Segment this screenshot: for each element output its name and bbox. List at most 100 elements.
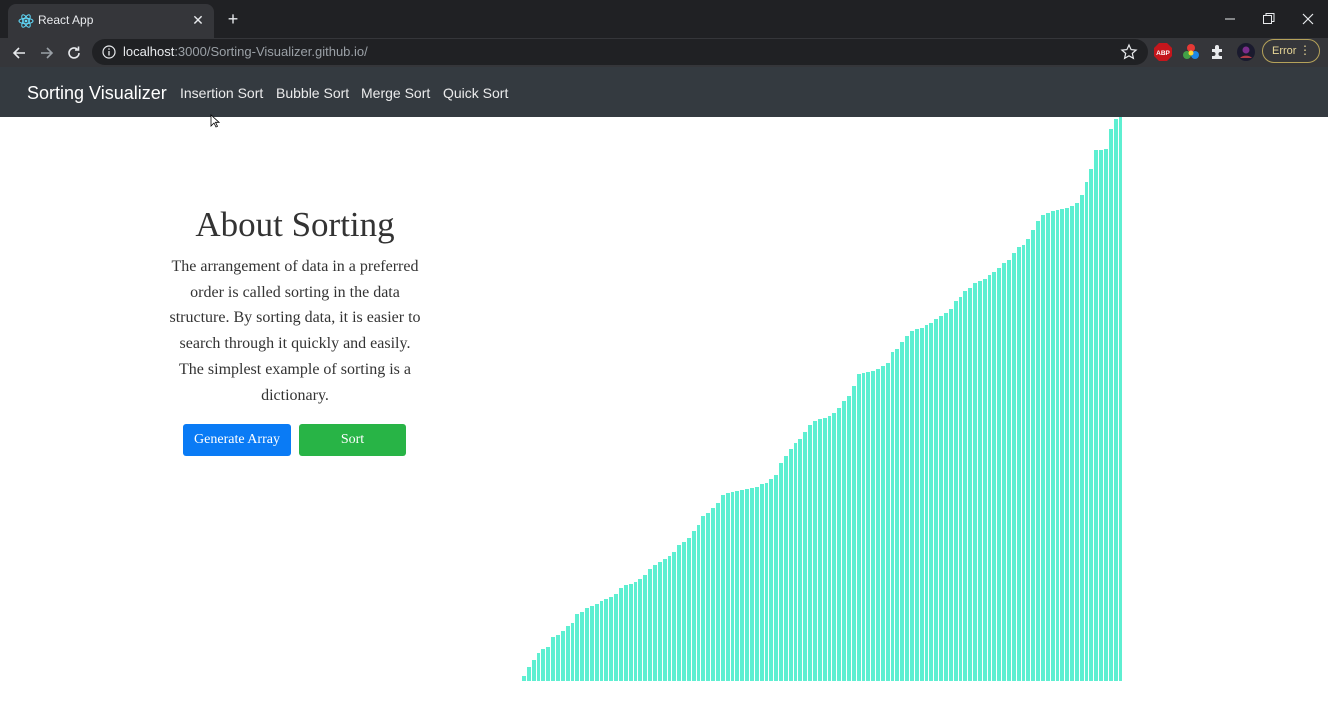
array-bar <box>638 579 643 681</box>
array-bar <box>1094 150 1099 681</box>
array-bar <box>686 538 691 681</box>
array-bar <box>696 525 701 681</box>
back-arrow-icon[interactable] <box>8 42 30 64</box>
close-window-icon[interactable] <box>1298 10 1318 28</box>
array-bar <box>934 319 939 681</box>
array-bar <box>1045 213 1050 681</box>
array-bar <box>977 281 982 681</box>
array-bar <box>997 268 1002 681</box>
array-bar <box>662 559 667 681</box>
array-bar <box>531 660 536 681</box>
array-bar <box>939 316 943 681</box>
sort-button[interactable]: Sort <box>299 424 406 456</box>
nav-link-quick-sort[interactable]: Quick Sort <box>443 85 508 101</box>
array-bar <box>575 614 580 681</box>
array-bar <box>1011 253 1016 681</box>
error-button[interactable]: Error ⋮ <box>1262 39 1320 63</box>
array-bar <box>1108 129 1113 681</box>
array-bar <box>1074 203 1079 681</box>
array-bar <box>1099 150 1104 681</box>
color-picker-extension-icon[interactable] <box>1181 42 1201 62</box>
reload-icon[interactable] <box>63 42 85 64</box>
minimize-icon[interactable] <box>1220 10 1240 28</box>
nav-link-merge-sort[interactable]: Merge Sort <box>361 85 430 101</box>
array-bar <box>992 272 997 681</box>
array-bar <box>730 492 735 681</box>
new-tab-icon[interactable]: + <box>224 10 242 28</box>
array-bar <box>827 416 832 681</box>
array-bar <box>623 585 628 681</box>
array-bar <box>895 349 900 681</box>
array-bar <box>536 653 541 681</box>
url-host: localhost <box>123 44 175 59</box>
array-bar <box>628 584 633 681</box>
array-bar <box>764 483 769 681</box>
array-bar <box>740 490 745 681</box>
array-bar <box>890 352 895 681</box>
array-bar <box>672 552 677 681</box>
array-bar <box>682 542 686 681</box>
array-bar <box>837 408 842 681</box>
array-bar <box>948 309 953 681</box>
array-bar <box>560 631 565 681</box>
array-bar <box>943 313 948 681</box>
array-bar <box>754 487 759 681</box>
profile-avatar-icon[interactable] <box>1236 42 1256 62</box>
array-bar <box>570 623 575 681</box>
array-bar <box>555 635 560 681</box>
restore-icon[interactable] <box>1258 10 1278 28</box>
adblock-extension-icon[interactable]: ABP <box>1153 42 1173 62</box>
array-bar <box>648 569 652 681</box>
url-text[interactable]: localhost:3000/Sorting-Visualizer.github… <box>123 44 368 59</box>
navbar-brand[interactable]: Sorting Visualizer <box>27 83 167 104</box>
browser-tab-strip: React App ✕ + <box>0 0 1328 38</box>
extensions-puzzle-icon[interactable] <box>1208 42 1228 62</box>
array-bar <box>924 325 929 681</box>
array-bar <box>866 372 871 681</box>
info-icon[interactable] <box>102 45 116 59</box>
tab-title: React App <box>38 13 94 27</box>
address-bar[interactable]: localhost:3000/Sorting-Visualizer.github… <box>92 39 1148 65</box>
array-bar <box>1118 117 1123 681</box>
array-bar <box>594 604 599 681</box>
array-bar <box>609 597 614 681</box>
array-bar <box>1040 215 1045 681</box>
nav-link-insertion-sort[interactable]: Insertion Sort <box>180 85 263 101</box>
array-bar <box>1026 239 1031 681</box>
array-bar <box>551 637 555 681</box>
array-bar <box>1050 211 1055 681</box>
forward-arrow-icon[interactable] <box>36 42 58 64</box>
array-bar <box>788 449 793 681</box>
array-bar <box>876 369 880 681</box>
browser-tab[interactable]: React App ✕ <box>8 4 214 38</box>
array-bar <box>769 479 774 681</box>
react-icon <box>18 14 34 28</box>
about-heading: About Sorting <box>195 205 395 244</box>
array-bar <box>929 323 934 681</box>
generate-array-button[interactable]: Generate Array <box>183 424 291 456</box>
array-bar <box>817 419 822 681</box>
app-navbar: Sorting Visualizer Insertion Sort Bubble… <box>0 67 1328 117</box>
array-bar <box>614 594 619 681</box>
array-bar <box>526 667 531 681</box>
array-bar <box>1055 210 1060 681</box>
close-tab-icon[interactable]: ✕ <box>190 12 206 28</box>
array-bar <box>677 545 682 681</box>
adblock-label: ABP <box>1156 50 1170 57</box>
bookmark-star-icon[interactable] <box>1120 43 1138 61</box>
array-bar <box>599 601 604 681</box>
array-bar <box>580 612 585 681</box>
array-bar <box>968 288 973 681</box>
browser-toolbar: localhost:3000/Sorting-Visualizer.github… <box>0 38 1328 67</box>
array-bar <box>958 297 963 681</box>
array-bar <box>856 374 861 681</box>
array-bar <box>701 516 706 681</box>
error-label: Error <box>1272 45 1297 57</box>
array-bar <box>657 562 662 681</box>
array-bar <box>905 336 910 681</box>
nav-link-bubble-sort[interactable]: Bubble Sort <box>276 85 349 101</box>
array-bar <box>589 606 594 681</box>
array-bar <box>735 491 740 681</box>
array-bar <box>803 432 808 681</box>
array-bar <box>987 275 992 681</box>
